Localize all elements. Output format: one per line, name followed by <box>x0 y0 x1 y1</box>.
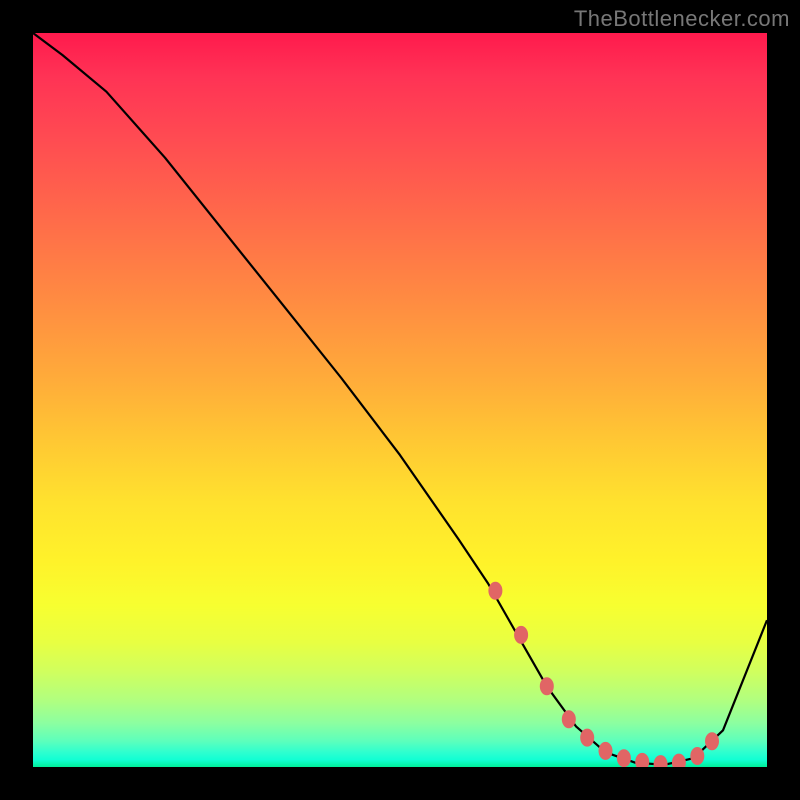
marker-point <box>580 729 594 747</box>
marker-point <box>672 754 686 767</box>
marker-point <box>617 749 631 767</box>
marker-point <box>514 626 528 644</box>
bottleneck-curve <box>33 33 767 765</box>
plot-area <box>33 33 767 767</box>
marker-point <box>690 747 704 765</box>
chart-svg <box>33 33 767 767</box>
marker-point <box>635 753 649 767</box>
marker-point <box>654 755 668 767</box>
chart-frame: TheBottlenecker.com <box>0 0 800 800</box>
optimal-zone-markers <box>488 582 719 767</box>
marker-point <box>705 732 719 750</box>
marker-point <box>562 710 576 728</box>
watermark-text: TheBottlenecker.com <box>574 6 790 32</box>
marker-point <box>488 582 502 600</box>
marker-point <box>540 677 554 695</box>
marker-point <box>599 742 613 760</box>
